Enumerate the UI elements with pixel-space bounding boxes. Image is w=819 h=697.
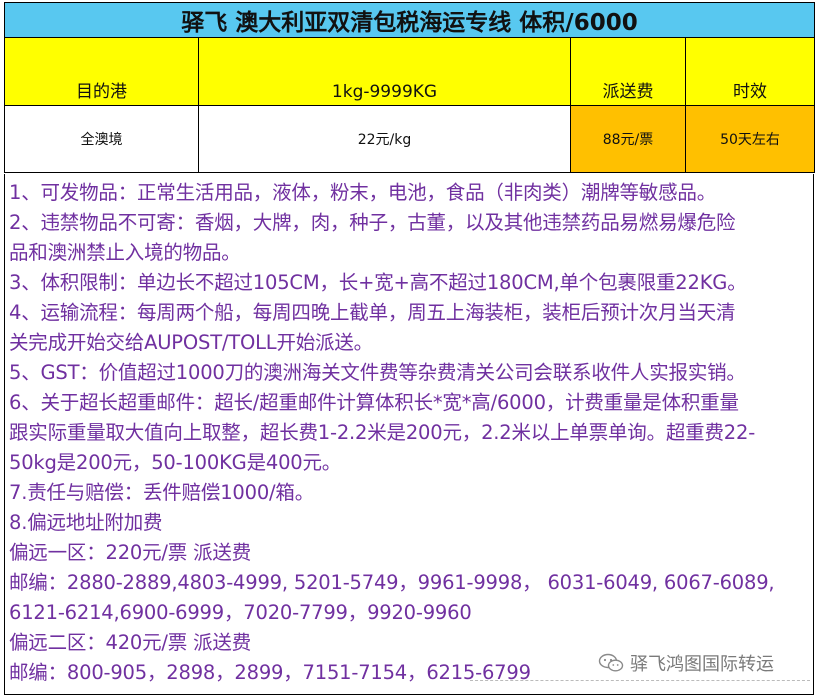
note-line: 8.偏远地址附加费 xyxy=(9,511,163,534)
note-line: 邮编：800-905，2898，2899，7151-7154，6215-6799 xyxy=(9,661,531,684)
cell-transit-time: 50天左右 xyxy=(685,105,815,173)
note-line: 7.责任与赔偿：丢件赔偿1000/箱。 xyxy=(9,481,315,504)
note-line: 跟实际重量取大值向上取整，超长费1-2.2米是200元，2.2米以上单票单询。超… xyxy=(9,421,756,444)
watermark-text: 驿飞鸿图国际转运 xyxy=(630,654,774,675)
cell-delivery-fee: 88元/票 xyxy=(570,105,686,173)
sheet-title: 驿飞 澳大利亚双清包税海运专线 体积/6000 xyxy=(4,2,815,38)
note-line: 50kg是200元，50-100KG是400元。 xyxy=(9,451,342,474)
note-line: 邮编：2880-2889,4803-4999, 5201-5749，9961-9… xyxy=(9,571,775,594)
note-line: 6121-6214,6900-6999，7020-7799，9920-9960 xyxy=(9,601,472,624)
note-line: 2、违禁物品不可寄：香烟，大牌，肉，种子，古董，以及其他违禁药品易燃易爆危险 xyxy=(9,211,736,234)
notes-panel: 1、可发物品：正常生活用品，液体，粉末，电池，食品（非肉类）潮牌等敏感品。 2、… xyxy=(4,174,814,695)
note-line: 5、GST：价值超过1000刀的澳洲海关文件费等杂费清关公司会联系收件人实报实销… xyxy=(9,361,746,384)
header-weight: 1kg-9999KG xyxy=(198,37,571,106)
divider xyxy=(470,680,810,681)
rate-sheet: 驿飞 澳大利亚双清包税海运专线 体积/6000 目的港 1kg-9999KG 派… xyxy=(4,2,815,695)
rate-table: 驿飞 澳大利亚双清包税海运专线 体积/6000 目的港 1kg-9999KG 派… xyxy=(4,2,815,173)
wechat-icon xyxy=(598,653,624,672)
note-line: 偏远一区：220元/票 派送费 xyxy=(9,541,251,564)
note-line: 1、可发物品：正常生活用品，液体，粉末，电池，食品（非肉类）潮牌等敏感品。 xyxy=(9,181,717,204)
note-line: 品和澳洲禁止入境的物品。 xyxy=(9,241,241,264)
note-line: 6、关于超长超重邮件：超长/超重邮件计算体积长*宽*高/6000，计费重量是体积… xyxy=(9,391,739,414)
watermark: 驿飞鸿图国际转运 xyxy=(594,650,778,676)
note-line: 4、运输流程：每周两个船，每周四晚上截单，周五上海装柜，装柜后预计次月当天清 xyxy=(9,301,736,324)
header-delivery-fee: 派送费 xyxy=(570,37,686,106)
note-line: 偏远二区：420元/票 派送费 xyxy=(9,631,251,654)
header-transit-time: 时效 xyxy=(685,37,815,106)
table-row: 全澳境 22元/kg 88元/票 50天左右 xyxy=(4,105,815,173)
cell-destination: 全澳境 xyxy=(4,105,199,173)
cell-price: 22元/kg xyxy=(198,105,571,173)
header-destination: 目的港 xyxy=(4,37,199,106)
header-row: 目的港 1kg-9999KG 派送费 时效 xyxy=(4,37,815,106)
note-line: 3、体积限制：单边长不超过105CM，长+宽+高不超过180CM,单个包裹限重2… xyxy=(9,271,747,294)
note-line: 关完成开始交给AUPOST/TOLL开始派送。 xyxy=(9,331,373,354)
